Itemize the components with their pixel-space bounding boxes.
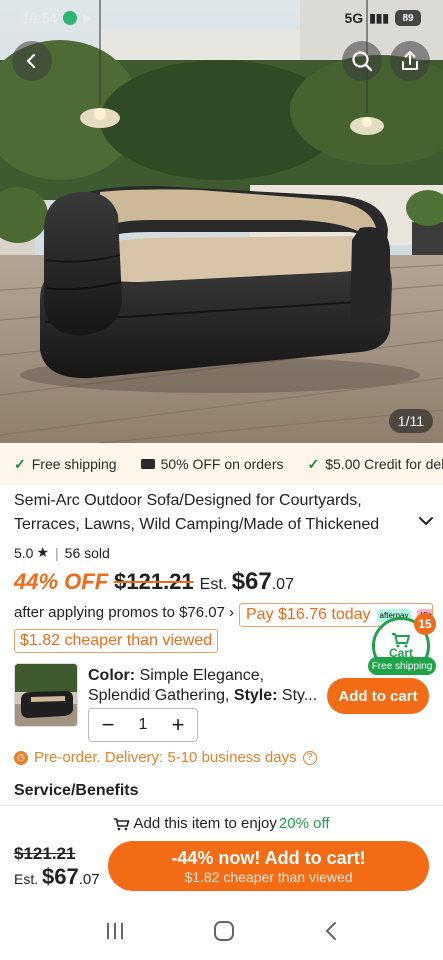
estimated-price: Est. $67.07	[200, 568, 294, 596]
system-nav-bar	[0, 902, 443, 960]
variant-thumbnail[interactable]	[14, 663, 78, 727]
help-icon[interactable]: ?	[302, 750, 317, 765]
color-label: Color:	[88, 667, 136, 684]
product-title: Semi-Arc Outdoor Sofa/Designed for Court…	[14, 492, 380, 533]
share-button[interactable]	[390, 41, 430, 81]
chevron-right-icon: ›	[228, 604, 234, 621]
delivery-info[interactable]: ◷ Pre-order. Delivery: 5-10 business day…	[14, 749, 317, 766]
cta-sub-text: $1.82 cheaper than viewed	[184, 869, 353, 885]
cart-plus-icon	[114, 817, 130, 830]
est-label: Est.	[199, 576, 228, 593]
floating-cart-button[interactable]: Cart 15 Free shipping	[368, 613, 436, 677]
network-indicator: 5G	[344, 10, 364, 26]
cta-main-text: -44% now! Add to cart!	[171, 848, 366, 868]
clock-icon: ◷	[14, 750, 28, 765]
add-to-cart-button[interactable]: Add to cart	[327, 678, 429, 714]
bottom-estimated-price: Est. $67.07	[14, 864, 100, 890]
check-icon: ✓	[307, 455, 320, 472]
est-cents: .07	[271, 576, 294, 593]
search-icon	[352, 51, 373, 72]
share-icon	[402, 51, 418, 70]
quantity-value: 1	[138, 716, 148, 733]
notification-icon: ▶	[83, 11, 93, 25]
promo-free-shipping: ✓ Free shipping	[14, 456, 117, 473]
status-time: 10:54	[22, 10, 58, 26]
rating-value: 5.0	[14, 544, 34, 561]
coupon-icon	[140, 459, 155, 469]
enjoy-percent: 20% off	[278, 815, 330, 832]
recent-apps-icon[interactable]	[104, 921, 126, 941]
est-dollars: $67	[42, 864, 79, 889]
discount-percent: 44% OFF	[14, 569, 109, 594]
back-icon	[26, 53, 36, 69]
search-button[interactable]	[342, 41, 382, 81]
rating-row[interactable]: 5.0 ★ | 56 sold	[14, 544, 110, 561]
variant-selector[interactable]: Color: Simple Elegance, Splendid Gatheri…	[88, 666, 318, 706]
promo-text: $5.00 Credit for dela	[325, 456, 443, 472]
back-button[interactable]	[12, 41, 52, 81]
style-label: Style:	[233, 687, 278, 704]
bundle-offer: Add this item to enjoy 20% off	[0, 815, 443, 832]
quantity-stepper: − 1 +	[88, 708, 198, 742]
sold-count: 56 sold	[64, 544, 110, 561]
divider: |	[55, 544, 59, 561]
battery-icon: 89	[395, 10, 421, 26]
bottom-original-price: $121.21	[14, 844, 76, 863]
star-icon: ★	[36, 544, 50, 560]
decrement-button[interactable]: −	[97, 712, 119, 738]
pay-today-text: Pay $16.76 today	[246, 606, 371, 623]
back-nav-icon[interactable]	[322, 920, 340, 942]
cheaper-badge: $1.82 cheaper than viewed	[14, 629, 219, 653]
est-cents: .07	[78, 871, 100, 888]
image-counter: 1/11	[388, 409, 433, 433]
est-dollars: $67	[231, 568, 272, 595]
product-image[interactable]: 10:54 ▶ 5G ▮▮▮ 89 1/11	[0, 0, 443, 443]
style-value: Sty...	[281, 687, 318, 704]
status-bar: 10:54 ▶ 5G ▮▮▮ 89	[0, 0, 443, 36]
promo-strip[interactable]: ✓ Free shipping 50% OFF on orders ✓ $5.0…	[0, 443, 443, 485]
est-label: Est.	[14, 871, 39, 887]
cart-count-badge: 15	[414, 613, 436, 635]
promo-credit: ✓ $5.00 Credit for dela	[308, 456, 443, 473]
home-icon[interactable]	[213, 920, 235, 942]
signal-icon: ▮▮▮	[369, 11, 389, 25]
free-shipping-badge: Free shipping	[368, 657, 436, 675]
increment-button[interactable]: +	[167, 712, 189, 738]
check-icon: ✓	[14, 455, 26, 472]
app-notification-icon	[63, 11, 78, 25]
enjoy-text: Add this item to enjoy	[133, 815, 277, 832]
chevron-down-icon[interactable]	[418, 515, 434, 527]
promo-text: 50% OFF on orders	[160, 456, 284, 472]
product-page: 10:54 ▶ 5G ▮▮▮ 89 1/11 ✓ Free shipping 5…	[0, 0, 443, 960]
bottom-bar: Add this item to enjoy 20% off $121.21 E…	[0, 805, 443, 902]
service-title: Service/Benefits	[14, 782, 139, 799]
original-price: $121.21	[114, 569, 194, 594]
promo-price-link[interactable]: after applying promos to $76.07 ›	[14, 604, 234, 621]
add-to-cart-cta[interactable]: -44% now! Add to cart! $1.82 cheaper tha…	[108, 841, 429, 891]
delivery-text: Pre-order. Delivery: 5-10 business days	[34, 749, 297, 766]
promo-price-text: after applying promos to $76.07	[14, 604, 225, 621]
product-title-row[interactable]: Semi-Arc Outdoor Sofa/Designed for Court…	[14, 489, 434, 537]
promo-discount: 50% OFF on orders	[140, 456, 284, 472]
price-row: 44% OFF $121.21 Est. $67.07	[14, 568, 294, 596]
promo-text: Free shipping	[31, 456, 117, 472]
